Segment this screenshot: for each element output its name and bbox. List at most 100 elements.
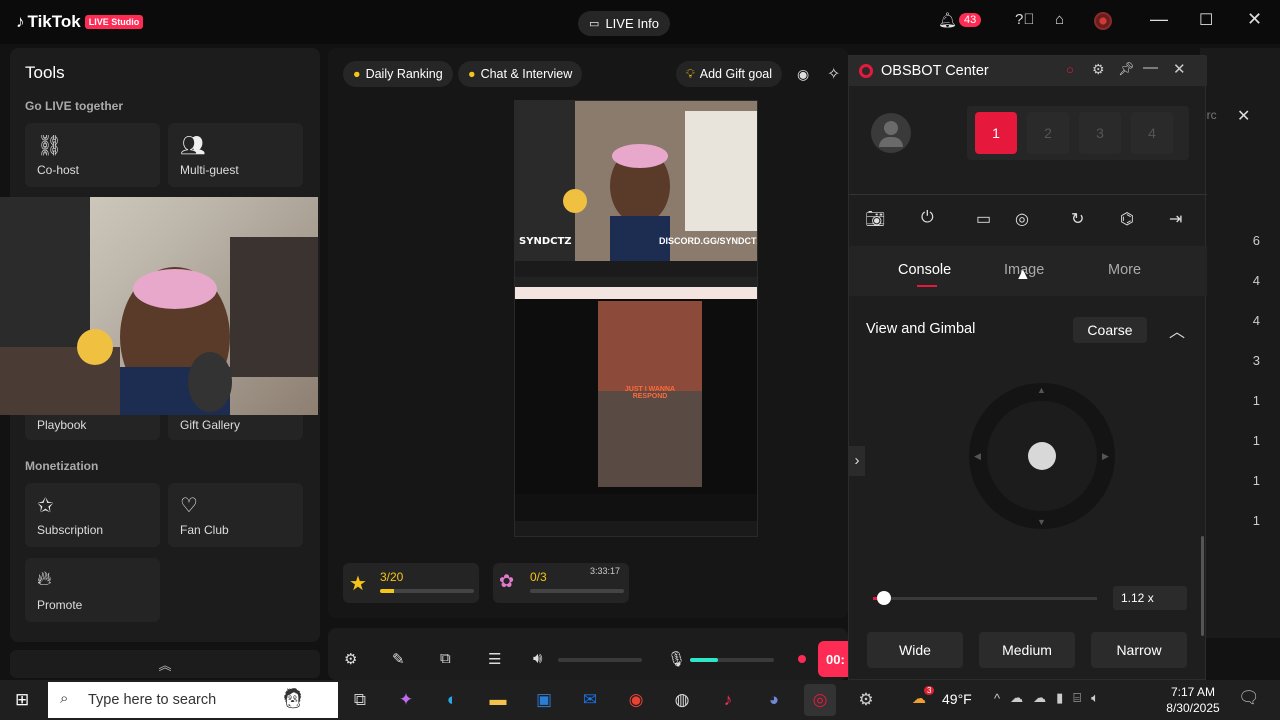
taskbar-search-input[interactable]: ⌕ Type here to search 🧟︎: [48, 682, 338, 718]
chevron-up-icon[interactable]: ︿: [1169, 318, 1185, 342]
daily-ranking-button[interactable]: ● Daily Ranking: [343, 61, 453, 87]
chrome-icon[interactable]: ◉: [620, 684, 652, 716]
gimbal-joystick[interactable]: ▲ ▼ ◀ ▶: [969, 383, 1115, 529]
network-icon[interactable]: ⌸: [1073, 690, 1081, 706]
chevron-up-tray-icon[interactable]: ^: [994, 691, 1000, 706]
chat-interview-button[interactable]: ● Chat & Interview: [458, 61, 583, 87]
obs-scrollbar[interactable]: [1201, 536, 1204, 636]
slot-1-button[interactable]: 1: [975, 112, 1017, 154]
clock[interactable]: 7:17 AM 8/30/2025: [1160, 684, 1226, 716]
record-circle-icon[interactable]: ○: [1066, 62, 1074, 77]
cohost-tile[interactable]: ⛓ Co-host: [25, 123, 160, 187]
arrow-down-icon: ▼: [1037, 517, 1046, 527]
obs-icon[interactable]: ◍: [666, 684, 698, 716]
search-icon: ⌕: [60, 690, 69, 707]
end-live-button[interactable]: 00:: [818, 641, 848, 677]
windows-start-icon[interactable]: ⊞: [15, 690, 29, 710]
mic-slider[interactable]: [690, 658, 774, 662]
joystick-knob[interactable]: [1028, 442, 1056, 470]
obsbot-app-icon[interactable]: ◎: [804, 684, 836, 716]
bottom-toolbar: [328, 628, 848, 680]
right-list-number: 1: [1252, 393, 1260, 408]
sparkle-icon[interactable]: ✧: [827, 64, 840, 84]
system-tray: ^ ☁ ☁ ▮ ⌸ 🔈︎: [994, 690, 1099, 706]
slot-4-button[interactable]: 4: [1131, 112, 1173, 154]
home-icon[interactable]: ⌂: [1055, 11, 1064, 28]
minimize-icon[interactable]: —: [1150, 9, 1168, 30]
video-record-icon[interactable]: ▭: [976, 209, 991, 229]
gift-gallery-label: Gift Gallery: [180, 418, 241, 432]
avatar[interactable]: [1094, 12, 1112, 30]
record-icon[interactable]: ◉: [797, 66, 809, 83]
coarse-button[interactable]: Coarse: [1073, 317, 1147, 343]
zoom-knob[interactable]: [877, 591, 892, 605]
link-icon: ⛓: [37, 135, 63, 157]
store-icon[interactable]: ▣: [528, 684, 560, 716]
copilot-icon[interactable]: ✦: [390, 684, 422, 716]
right-list-number: 1: [1252, 513, 1260, 528]
narrow-button[interactable]: Narrow: [1091, 632, 1187, 668]
sliders-icon[interactable]: ☰: [488, 650, 501, 668]
layout-icon[interactable]: ⧉: [440, 650, 451, 667]
gift-goal-card-2[interactable]: ✿ 0/3 3:33:17: [493, 563, 629, 603]
outlook-icon[interactable]: ✉: [574, 684, 606, 716]
tab-more[interactable]: More: [1108, 262, 1141, 278]
volume-icon[interactable]: 🔊︎: [533, 650, 542, 667]
magic-wand-icon[interactable]: ✎: [392, 650, 405, 668]
tiktok-live-icon[interactable]: ♪: [712, 684, 744, 716]
notifications-icon[interactable]: 🗨︎: [1238, 688, 1260, 708]
target-icon[interactable]: ◎: [1015, 209, 1029, 229]
tab-console[interactable]: Console: [898, 262, 951, 278]
add-gift-goal-button[interactable]: 💡︎ Add Gift goal: [676, 61, 783, 87]
live-info-button[interactable]: ▭ LIVE Info: [578, 11, 670, 36]
task-view-icon[interactable]: ⧉: [344, 684, 376, 716]
medium-button[interactable]: Medium: [979, 632, 1075, 668]
close-icon[interactable]: ✕: [1247, 9, 1262, 30]
battery-icon[interactable]: ▮: [1056, 690, 1063, 706]
zoom-input[interactable]: 1.12 x: [1113, 586, 1187, 610]
discord-icon[interactable]: ◕: [758, 684, 790, 716]
weather-temp: 49°F: [942, 690, 972, 707]
zoom-slider[interactable]: [873, 591, 1097, 605]
speaker-icon[interactable]: 🔈︎: [1091, 690, 1099, 706]
cloud-sync-icon[interactable]: ☁: [1033, 690, 1046, 706]
promote-tile[interactable]: 🔥︎ Promote: [25, 558, 160, 622]
obs-close-icon[interactable]: ✕: [1173, 60, 1186, 78]
gift-goal-card[interactable]: ★ 3/20: [343, 563, 479, 603]
panel-close-icon[interactable]: ✕: [1237, 106, 1250, 126]
wide-button[interactable]: Wide: [867, 632, 963, 668]
tools-collapse-button[interactable]: ︽: [10, 650, 320, 678]
exit-icon[interactable]: ⇥: [1169, 209, 1182, 229]
microphone-icon[interactable]: 🎙︎: [667, 650, 686, 668]
obsbot-logo-icon: [859, 64, 873, 78]
settings-app-icon[interactable]: ⚙: [850, 684, 882, 716]
obs-minimize-icon[interactable]: —: [1143, 59, 1158, 76]
edge-icon[interactable]: ◐: [436, 684, 468, 716]
file-explorer-icon[interactable]: ▬: [482, 684, 514, 716]
right-list-number: 4: [1252, 273, 1260, 288]
settings-icon[interactable]: ⚙: [344, 650, 357, 668]
volume-slider[interactable]: [558, 658, 642, 662]
weather-widget[interactable]: ☁ 3 49°F: [912, 686, 972, 707]
maximize-icon[interactable]: ☐: [1199, 10, 1213, 30]
gear-icon[interactable]: ⚙: [1092, 61, 1105, 78]
help-icon[interactable]: ?⃝: [1015, 11, 1035, 28]
expand-chevron-icon[interactable]: ›: [849, 446, 865, 476]
power-icon[interactable]: ⏻: [921, 209, 934, 227]
multiguest-tile[interactable]: 👥︎ Multi-guest: [168, 123, 303, 187]
slot-3-button[interactable]: 3: [1079, 112, 1121, 154]
subscription-tile[interactable]: ✩ Subscription: [25, 483, 160, 547]
gimbal-icon[interactable]: ⌬: [1120, 209, 1134, 229]
device-avatar[interactable]: [871, 113, 911, 153]
arrow-up-icon: ▲: [1037, 385, 1046, 395]
obsbot-title: OBSBOT Center: [881, 63, 989, 79]
fan-club-tile[interactable]: ♡ Fan Club: [168, 483, 303, 547]
camera-icon[interactable]: 📷︎: [865, 209, 885, 229]
pin-icon[interactable]: 📌︎: [1118, 61, 1135, 77]
refresh-icon[interactable]: ↻: [1071, 209, 1084, 229]
bell-icon[interactable]: 🔔︎: [938, 11, 957, 29]
cloud-icon[interactable]: ☁: [1010, 690, 1023, 706]
section-go-live-together: Go LIVE together: [25, 99, 124, 113]
medium-label: Medium: [1002, 642, 1052, 658]
slot-2-button[interactable]: 2: [1027, 112, 1069, 154]
